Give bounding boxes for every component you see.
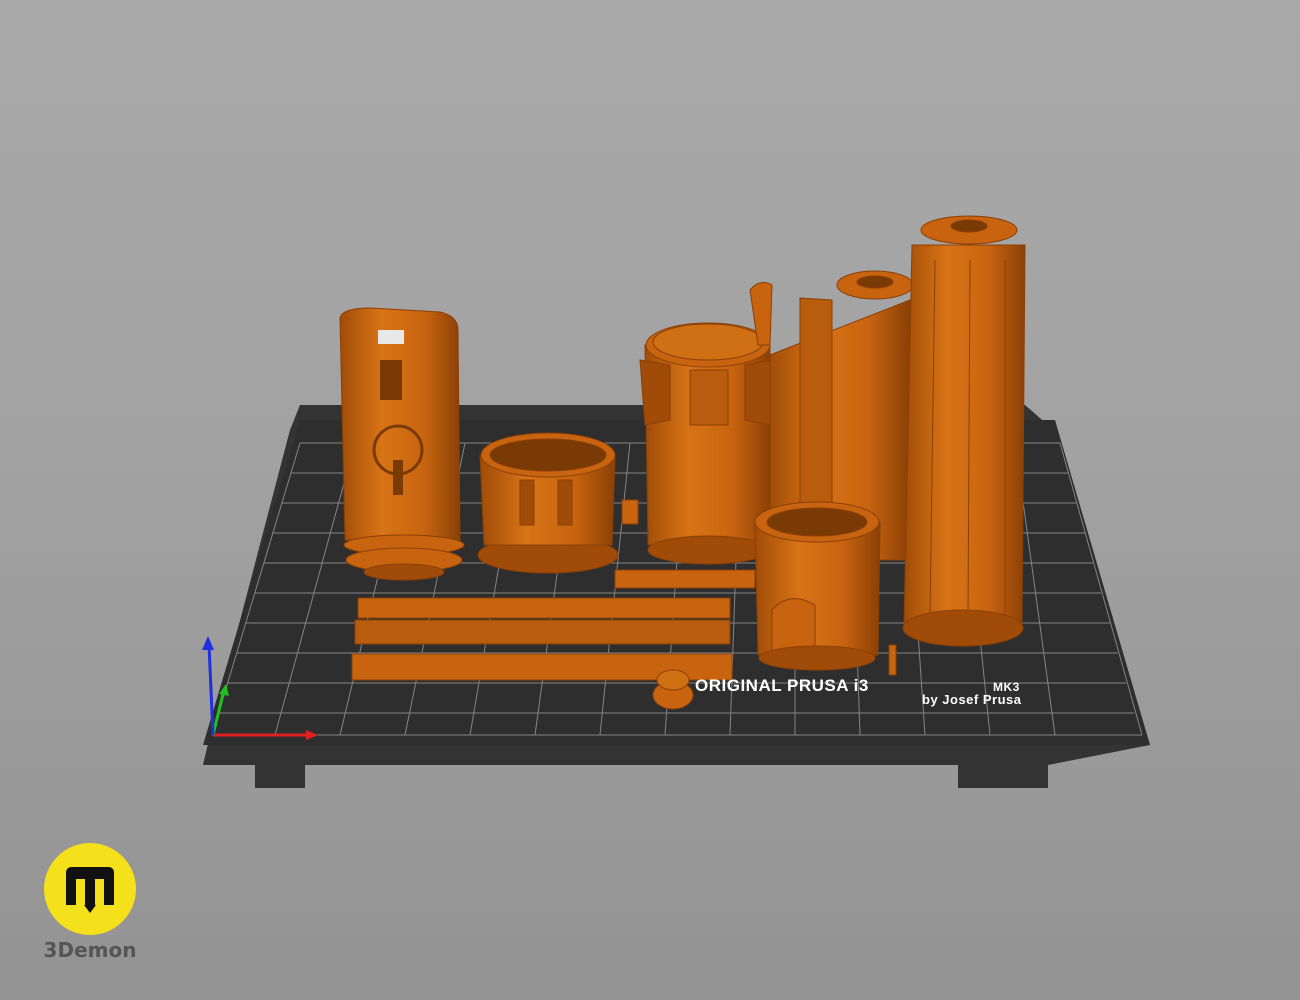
brand-name: 3Demon xyxy=(43,938,137,962)
part-pin[interactable] xyxy=(888,644,897,676)
part-small-bracket[interactable] xyxy=(621,499,639,525)
3demon-logo-icon xyxy=(44,843,136,935)
bed-label-title: ORIGINAL PRUSA i3 xyxy=(695,676,869,695)
part-grip-shell[interactable] xyxy=(339,307,465,581)
printed-parts[interactable] xyxy=(339,215,1026,710)
part-threaded-cap[interactable] xyxy=(754,501,881,671)
part-ring-collar[interactable] xyxy=(477,432,619,574)
z-axis-arrow xyxy=(207,644,215,736)
part-knob[interactable] xyxy=(652,669,694,710)
3d-viewport[interactable] xyxy=(0,0,1300,1000)
bed-label-subtitle: by Josef Prusa xyxy=(922,692,1022,707)
part-canister[interactable] xyxy=(639,322,773,565)
part-tall-cylinder[interactable] xyxy=(902,215,1026,647)
